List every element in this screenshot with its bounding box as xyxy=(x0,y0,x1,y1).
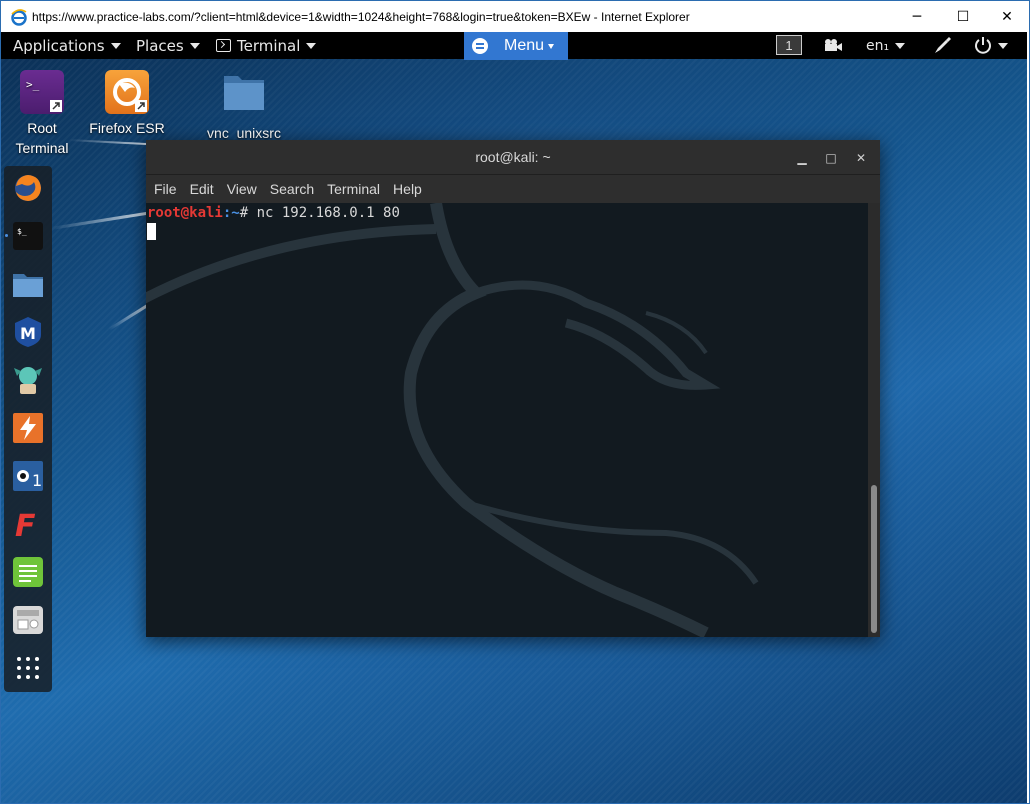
power-icon[interactable] xyxy=(974,36,992,54)
browser-title: https://www.practice-labs.com/?client=ht… xyxy=(32,9,690,24)
root-terminal-icon: >_ xyxy=(20,70,64,114)
terminal-line: root@kali:~# nc 192.168.0.1 80 xyxy=(147,205,400,221)
terminal-icon[interactable]: $_ xyxy=(12,220,44,252)
svg-text:F: F xyxy=(15,509,36,540)
terminal-titlebar[interactable]: root@kali: ~ ▁ □ ✕ xyxy=(146,140,880,175)
svg-text:1: 1 xyxy=(32,471,42,490)
chevron-down-icon xyxy=(895,42,906,49)
chevron-down-icon xyxy=(548,43,555,49)
firefox-icon xyxy=(105,70,149,114)
menu-icon xyxy=(472,38,488,54)
dock: $_ M 1 F xyxy=(4,166,52,692)
scrollbar-thumb[interactable] xyxy=(871,485,877,633)
close-button[interactable]: ✕ xyxy=(984,1,1030,32)
close-button[interactable]: ✕ xyxy=(853,150,869,166)
terminal-label: Terminal xyxy=(237,36,301,55)
svg-text:>_: >_ xyxy=(26,78,40,91)
beef-icon[interactable]: 1 xyxy=(12,460,44,492)
pen-icon[interactable] xyxy=(932,36,952,56)
svg-text:M: M xyxy=(20,324,36,343)
files-icon[interactable] xyxy=(12,268,44,300)
firefox-icon[interactable] xyxy=(12,172,44,204)
burpsuite-icon[interactable] xyxy=(12,412,44,444)
language-selector[interactable]: en₁ xyxy=(866,32,906,59)
menu-view[interactable]: View xyxy=(227,181,257,197)
maximize-button[interactable]: □ xyxy=(823,150,839,166)
chevron-down-icon xyxy=(189,42,200,49)
menu-search[interactable]: Search xyxy=(270,181,314,197)
desktop-icon-label: Firefox ESR xyxy=(89,120,165,136)
terminal-output[interactable]: root@kali:~# nc 192.168.0.1 80 xyxy=(146,203,868,637)
places-menu[interactable]: Places xyxy=(136,32,200,59)
folder-icon xyxy=(224,76,264,110)
minimize-button[interactable]: ▁ xyxy=(794,150,810,166)
language-label: en₁ xyxy=(866,37,890,54)
terminal-window[interactable]: root@kali: ~ ▁ □ ✕ File Edit View Search… xyxy=(146,140,880,637)
chevron-down-icon xyxy=(110,42,121,49)
minimize-button[interactable]: ─ xyxy=(894,1,940,32)
svg-text:$_: $_ xyxy=(17,227,27,236)
places-label: Places xyxy=(136,36,184,55)
prompt-symbol: # xyxy=(239,205,257,221)
faraday-icon[interactable]: F xyxy=(12,508,44,540)
menu-help[interactable]: Help xyxy=(393,181,422,197)
show-apps-icon[interactable] xyxy=(12,652,44,684)
terminal-icon xyxy=(216,39,231,52)
menu-edit[interactable]: Edit xyxy=(190,181,214,197)
terminal-app-menu[interactable]: Terminal xyxy=(216,32,317,59)
menu-label: Menu xyxy=(504,37,545,54)
active-indicator xyxy=(5,234,8,237)
text-cursor xyxy=(147,223,156,240)
desktop-icon-root-terminal[interactable]: >_ Root Terminal xyxy=(6,70,78,158)
applications-label: Applications xyxy=(13,36,105,55)
menu-button[interactable]: Menu xyxy=(464,32,568,60)
command-text: nc 192.168.0.1 80 xyxy=(256,205,400,221)
applications-menu[interactable]: Applications xyxy=(13,32,121,59)
text-editor-icon[interactable] xyxy=(12,556,44,588)
desktop-icon-label: Terminal xyxy=(15,140,69,156)
maximize-button[interactable]: ☐ xyxy=(940,1,986,32)
desktop-icon-vnc-unixsrc[interactable]: vnc_unixsrc xyxy=(200,70,288,143)
chevron-down-icon[interactable] xyxy=(998,43,1008,49)
settings-icon[interactable] xyxy=(12,604,44,636)
browser-titlebar: https://www.practice-labs.com/?client=ht… xyxy=(0,0,1030,32)
prompt-path: :~ xyxy=(222,205,240,221)
terminal-menubar: File Edit View Search Terminal Help xyxy=(146,175,880,203)
chevron-down-icon xyxy=(306,42,317,49)
scrollbar[interactable] xyxy=(868,203,880,637)
video-camera-icon[interactable] xyxy=(823,38,843,52)
metasploit-icon[interactable]: M xyxy=(12,316,44,348)
internet-explorer-icon xyxy=(11,8,27,26)
workspace-indicator[interactable]: 1 xyxy=(776,35,802,55)
menu-file[interactable]: File xyxy=(154,181,177,197)
prompt-user: root@kali xyxy=(147,205,223,221)
menu-terminal[interactable]: Terminal xyxy=(327,181,380,197)
armitage-icon[interactable] xyxy=(12,364,44,396)
terminal-title: root@kali: ~ xyxy=(475,149,551,165)
desktop-icon-firefox-esr[interactable]: Firefox ESR xyxy=(86,70,168,138)
kali-dragon-watermark xyxy=(146,203,759,637)
desktop-icon-label: Root xyxy=(27,120,57,136)
